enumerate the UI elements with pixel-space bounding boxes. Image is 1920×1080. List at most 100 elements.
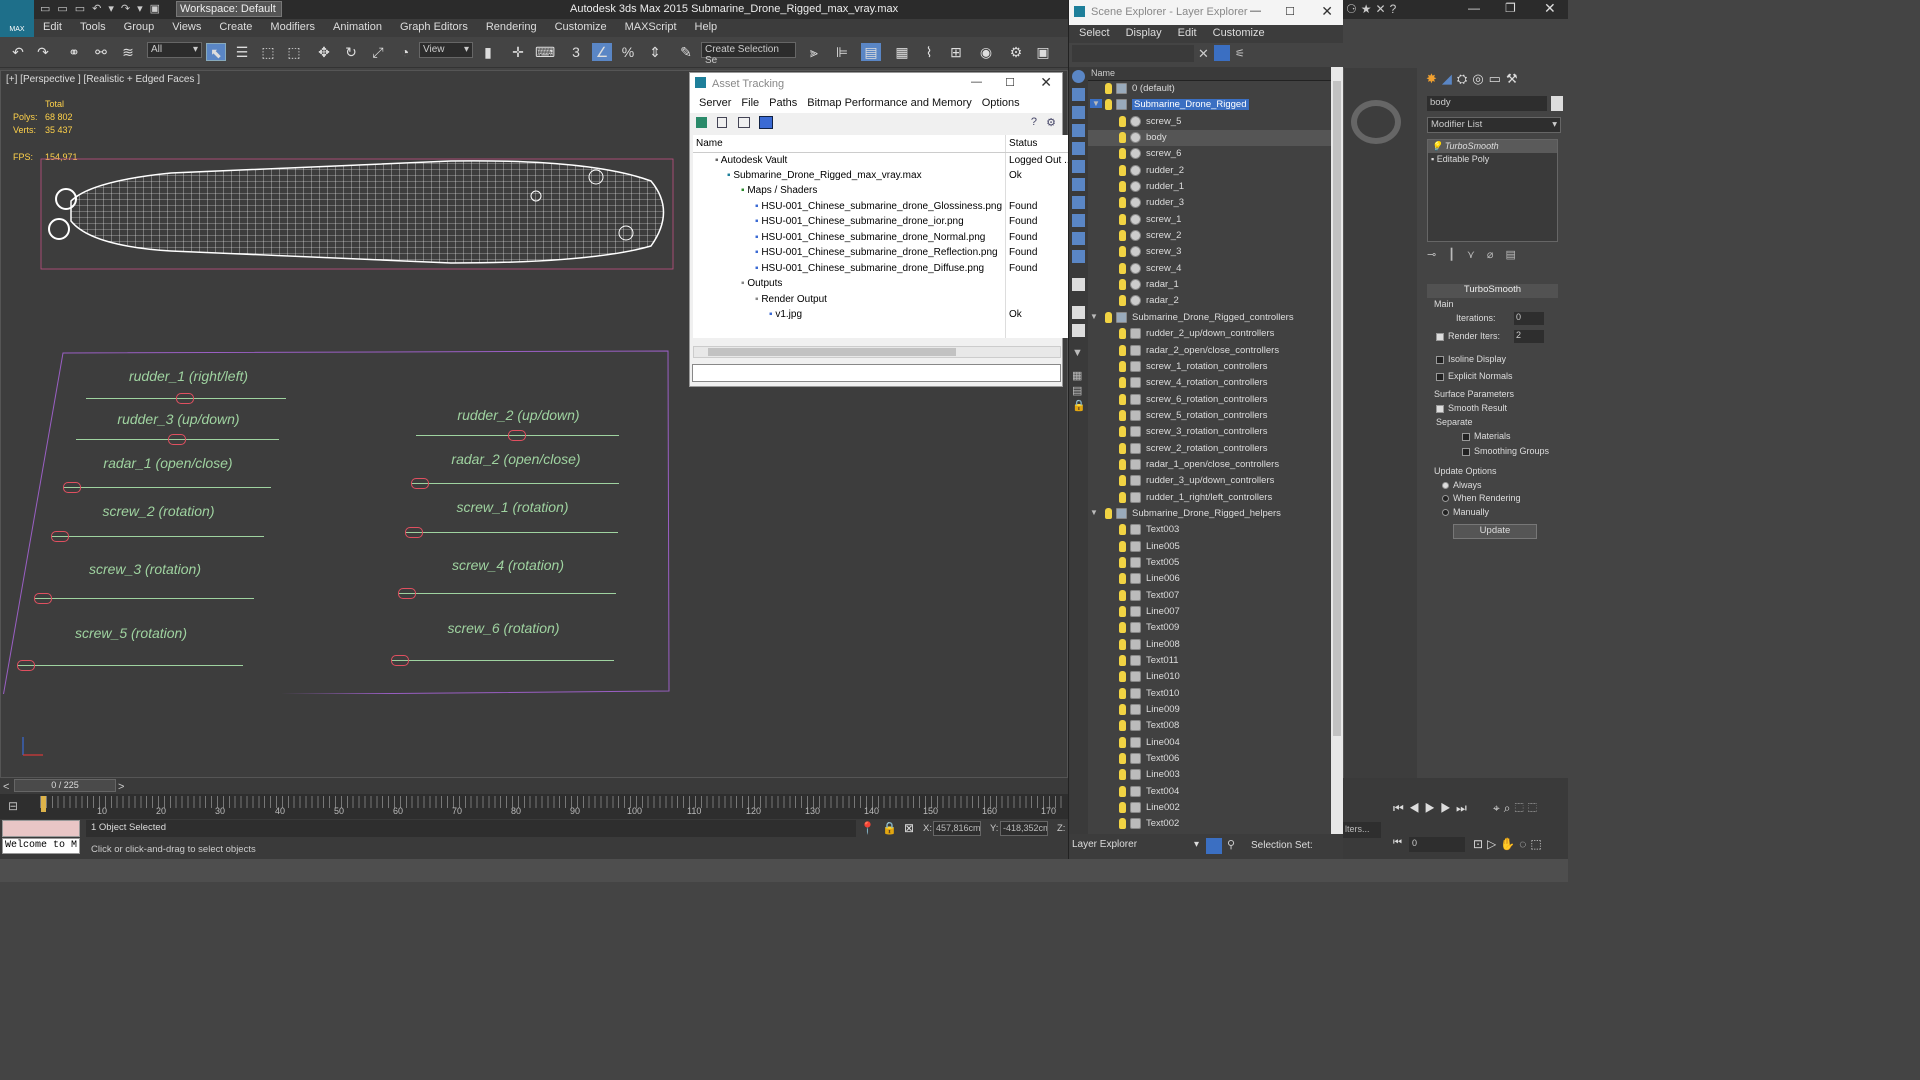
hierarchy-tab-icon[interactable]: ⛭ (1457, 71, 1472, 86)
toggle-scene-explorer-icon[interactable]: ▤ (861, 43, 881, 61)
object-name-field[interactable]: body (1427, 96, 1547, 111)
close-icon[interactable]: ✕ (1040, 74, 1052, 91)
object-row[interactable]: screw_3 (1088, 244, 1331, 260)
table-row[interactable]: ▪ Submarine_Drone_Rigged_max_vray.max Ok (693, 167, 1077, 183)
control-screw-2[interactable]: screw_2 (rotation) (51, 503, 266, 543)
visibility-bulb-icon[interactable] (1119, 540, 1126, 552)
object-row[interactable]: screw_2 (1088, 228, 1331, 244)
control-rudder-1[interactable]: rudder_1 (right/left) (86, 368, 291, 408)
visibility-bulb-icon[interactable] (1119, 655, 1126, 667)
table-row[interactable]: ▪ HSU-001_Chinese_submarine_drone_Diffus… (693, 260, 1077, 276)
remove-modifier-icon[interactable]: ⌀ (1487, 249, 1506, 261)
update-button[interactable]: Update (1453, 524, 1537, 539)
workspace-dropdown[interactable]: Workspace: Default ▾ (176, 1, 282, 28)
control-screw-4[interactable]: screw_4 (rotation) (398, 557, 618, 599)
menu-rendering[interactable]: Rendering (477, 19, 546, 33)
col-status[interactable]: Status (1005, 135, 1077, 153)
window-close-icon[interactable]: ✕ (1544, 0, 1556, 17)
object-row[interactable]: rudder_1 (1088, 179, 1331, 195)
create-tab-icon[interactable]: ✸ (1426, 71, 1442, 86)
table-row[interactable]: ▪ HSU-001_Chinese_submarine_drone_ior.pn… (693, 214, 1077, 230)
display-xrefs-icon[interactable] (1072, 196, 1085, 209)
table-row[interactable]: ▪ Outputs (693, 276, 1077, 292)
viewport-label[interactable]: [+] [Perspective ] [Realistic + Edged Fa… (6, 74, 200, 85)
visibility-bulb-icon[interactable] (1119, 262, 1126, 274)
material-editor-icon[interactable]: ◉ (976, 43, 996, 61)
filter-funnel-icon[interactable]: ▼ (1072, 347, 1085, 359)
infocenter-icons[interactable]: ⚆★✕? (1346, 2, 1400, 16)
asset-hscrollbar[interactable] (693, 346, 1061, 358)
maxscript-listener-mini[interactable] (2, 820, 80, 837)
col-name[interactable]: Name (693, 135, 1007, 153)
pin-stack-icon[interactable]: ⊸ (1427, 249, 1448, 261)
display-spacewarps-icon[interactable] (1072, 160, 1085, 173)
slider-handle[interactable] (63, 482, 81, 493)
turbosmooth-rollout[interactable]: TurboSmooth (1427, 284, 1558, 298)
table-row[interactable]: ▪ Maps / Shaders (693, 183, 1077, 199)
object-row[interactable]: Text002 (1088, 816, 1331, 832)
display-all-icon[interactable] (1072, 278, 1085, 291)
table-view-icon[interactable] (759, 116, 773, 129)
explicit-normals-row[interactable]: Explicit Normals (1436, 371, 1513, 381)
percent-snap-icon[interactable]: % (618, 43, 638, 61)
object-row[interactable]: Text007 (1088, 588, 1331, 604)
control-screw-3[interactable]: screw_3 (rotation) (34, 561, 256, 604)
track-bar[interactable]: ⊟ 10 20 30 40 50 60 70 80 90 100 110 120… (0, 794, 1068, 819)
filter-icon[interactable]: ⚟ (1235, 47, 1245, 60)
curve-editor-icon[interactable]: ⌇ (919, 43, 939, 61)
layer-tools-icon[interactable]: ▤ (1072, 384, 1085, 397)
visibility-bulb-icon[interactable] (1119, 213, 1126, 225)
asset-menu-options[interactable]: Options (982, 97, 1020, 109)
layer-row[interactable]: ▼ Submarine_Drone_Rigged_controllers (1088, 310, 1331, 326)
spinner-snap-icon[interactable]: ⇕ (645, 43, 665, 61)
slider-handle[interactable] (411, 478, 429, 489)
slider-handle[interactable] (168, 434, 186, 445)
object-row[interactable]: Text009 (1088, 620, 1331, 636)
smooth-result-row[interactable]: Smooth Result (1436, 403, 1507, 413)
maxscript-input[interactable]: Welcome to M (2, 838, 80, 854)
scene-menu-select[interactable]: Select (1079, 27, 1110, 39)
align-icon[interactable]: ⊫ (832, 43, 852, 61)
object-row[interactable]: Text011 (1088, 653, 1331, 669)
isoline-checkbox[interactable] (1436, 355, 1444, 364)
keyboard-shortcut-icon[interactable]: ⌨ (535, 43, 555, 61)
current-frame-field[interactable]: 0 (1409, 837, 1465, 852)
manually-row[interactable]: Manually (1442, 507, 1489, 517)
visibility-bulb-icon[interactable] (1119, 360, 1126, 372)
object-row[interactable]: screw_2_rotation_controllers (1088, 441, 1331, 457)
object-row[interactable]: Text008 (1088, 718, 1331, 734)
render-iters-checkbox[interactable] (1436, 332, 1444, 341)
time-slider[interactable]: < 0 / 225 > (0, 778, 1068, 794)
control-radar-1[interactable]: radar_1 (open/close) (63, 455, 273, 495)
isolate-icon[interactable]: 📍 (860, 821, 875, 835)
link-icon[interactable]: ⚭ (64, 43, 84, 61)
always-row[interactable]: Always (1442, 480, 1482, 490)
placement-icon[interactable]: ◔ (395, 43, 415, 61)
display-tab-icon[interactable]: ▭ (1489, 71, 1506, 86)
slider-handle[interactable] (398, 588, 416, 599)
slider-handle[interactable] (17, 660, 35, 671)
show-end-result-icon[interactable]: ┃ (1448, 249, 1467, 261)
object-row[interactable]: screw_3_rotation_controllers (1088, 424, 1331, 440)
object-row[interactable]: Line007 (1088, 604, 1331, 620)
always-radio[interactable] (1442, 482, 1449, 490)
materials-checkbox[interactable] (1462, 432, 1470, 441)
scene-explorer-title-bar[interactable]: Scene Explorer - Layer Explorer — ☐ ✕ (1069, 0, 1343, 25)
object-row[interactable]: radar_1 (1088, 277, 1331, 293)
control-screw-1[interactable]: screw_1 (rotation) (405, 499, 620, 539)
visibility-bulb-icon[interactable] (1119, 720, 1126, 732)
visibility-bulb-icon[interactable] (1105, 507, 1112, 519)
time-slider-thumb[interactable]: 0 / 225 (14, 779, 116, 792)
menu-maxscript[interactable]: MAXScript (616, 19, 686, 33)
object-row[interactable]: Text003 (1088, 522, 1331, 538)
table-row[interactable]: ▪ v1.jpg Ok (693, 307, 1077, 323)
slider-handle[interactable] (508, 430, 526, 441)
display-geometry-icon[interactable] (1072, 70, 1085, 83)
pivot-icon[interactable]: ▮ (478, 43, 498, 61)
manually-radio[interactable] (1442, 509, 1449, 517)
visibility-bulb-icon[interactable] (1119, 671, 1126, 683)
modify-tab-icon[interactable]: ◢ (1442, 71, 1457, 86)
motion-tab-icon[interactable]: ◎ (1472, 71, 1488, 86)
slider-handle[interactable] (176, 393, 194, 404)
layer-view-icon[interactable] (1206, 838, 1222, 854)
